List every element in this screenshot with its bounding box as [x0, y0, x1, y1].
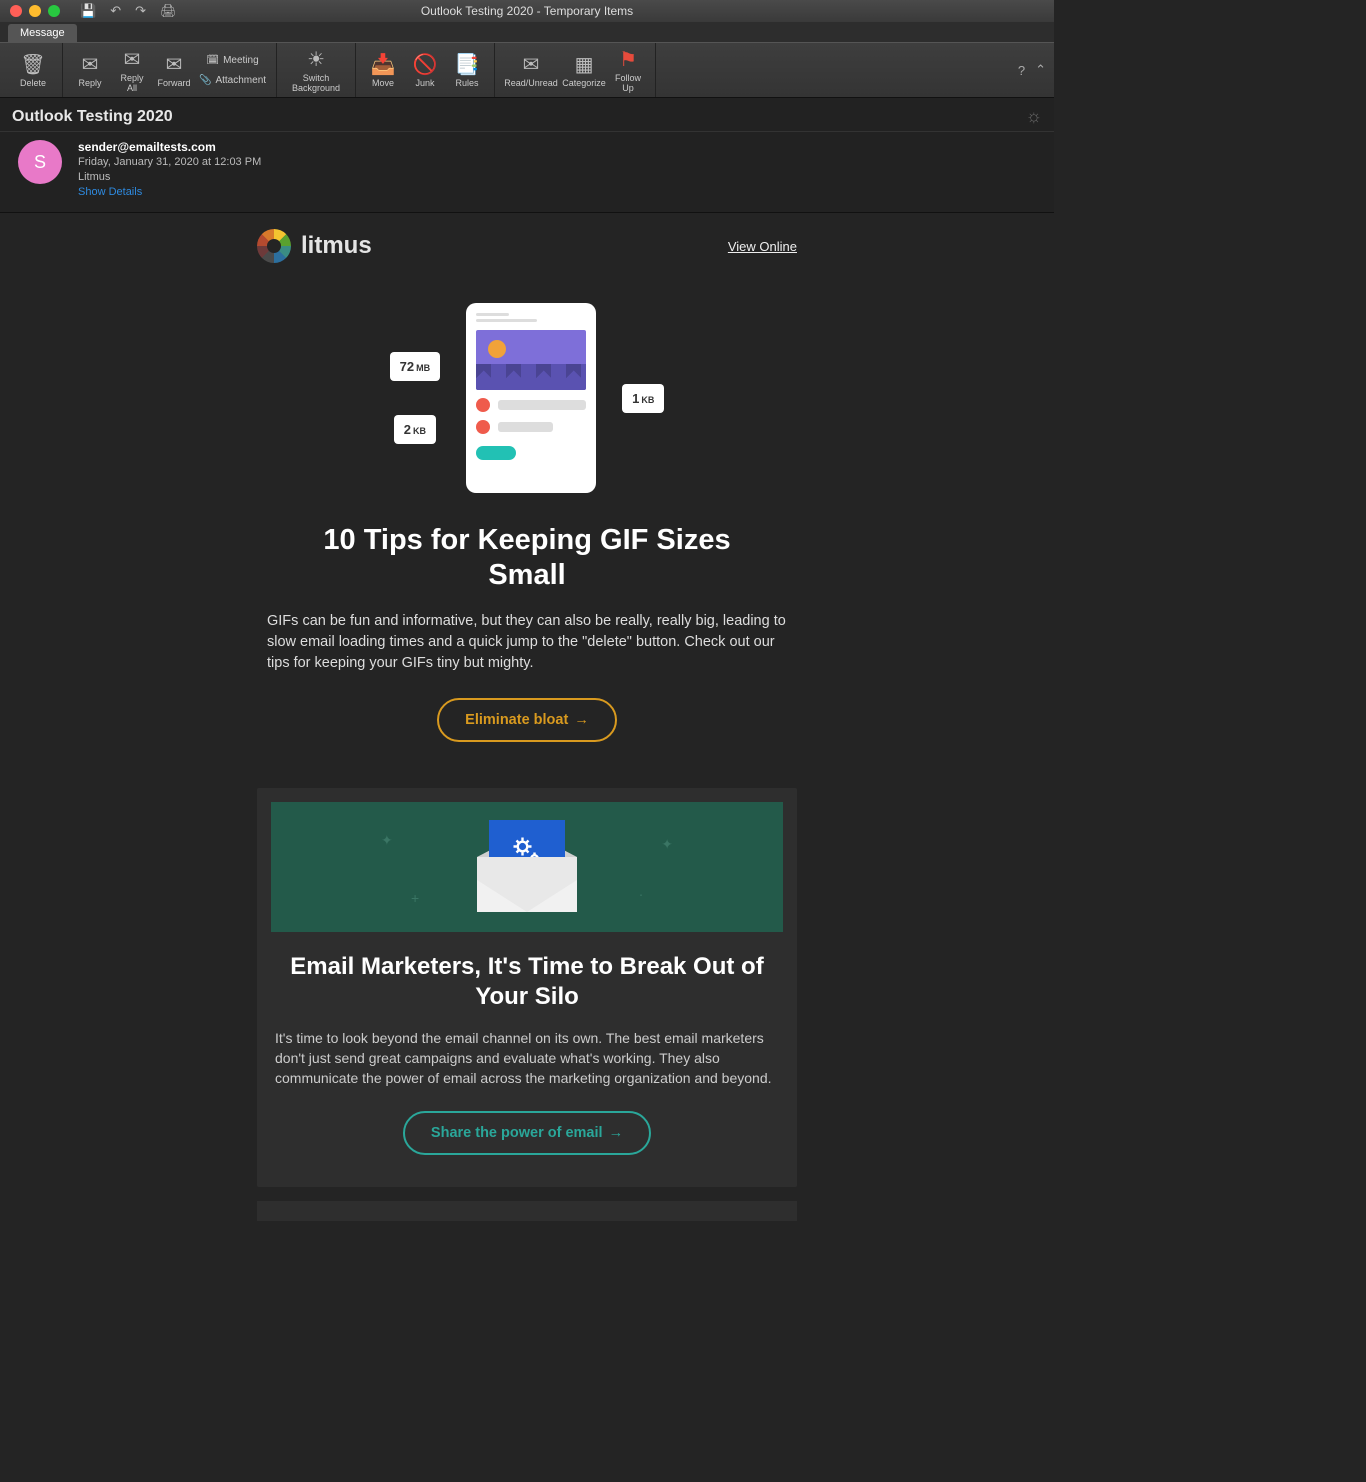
hero-illustration: 72MB 2KB 1KB — [257, 283, 797, 523]
litmus-logo: litmus — [257, 229, 372, 263]
message-subject: Outlook Testing 2020 — [12, 108, 173, 126]
junk-icon: 🚫 — [413, 52, 438, 76]
cta-eliminate-bloat[interactable]: Eliminate bloat→ — [437, 698, 617, 742]
sender-name: Litmus — [78, 170, 261, 185]
hero-heading: 10 Tips for Keeping GIF Sizes Small — [257, 523, 797, 593]
reply-all-button[interactable]: ✉︎ Reply All — [111, 43, 153, 97]
gear-icon[interactable]: ☼ — [1026, 106, 1043, 127]
attachment-button[interactable]: 📎 Attachment — [195, 71, 270, 89]
sun-icon: ☀︎ — [307, 47, 325, 71]
forward-icon: ✉︎ — [166, 52, 183, 76]
help-icon[interactable]: ? — [1018, 63, 1025, 78]
size-chip-72mb: 72MB — [390, 352, 440, 381]
paperclip-icon: 📎 — [199, 75, 211, 86]
sender-avatar: S — [18, 140, 62, 184]
folder-move-icon: 📥 — [371, 52, 396, 76]
delete-button[interactable]: 🗑 Delete — [10, 43, 56, 97]
litmus-mark-icon — [257, 229, 291, 263]
arrow-right-icon: → — [574, 712, 589, 728]
reply-icon: ✉︎ — [82, 52, 99, 76]
message-date: Friday, January 31, 2020 at 12:03 PM — [78, 155, 261, 170]
follow-up-button[interactable]: ⚑ Follow Up — [607, 43, 649, 97]
reply-all-icon: ✉︎ — [124, 47, 141, 71]
silo-card: ✦ ✦ + ∙ Email Marketers, It's Time to Br… — [257, 788, 797, 1187]
email-body: litmus View Online 72MB 2KB 1KB 10 Tips … — [257, 213, 797, 1221]
arrow-right-icon: → — [609, 1125, 624, 1141]
hero-paragraph: GIFs can be fun and informative, but the… — [267, 611, 787, 674]
cta-share-power[interactable]: Share the power of email→ — [403, 1111, 651, 1155]
envelope-icon: ✉︎ — [523, 52, 540, 76]
trash-icon: 🗑 — [20, 52, 45, 76]
envelope-gears-icon — [477, 822, 577, 912]
show-details-link[interactable]: Show Details — [78, 185, 261, 200]
read-unread-button[interactable]: ✉︎ Read/Unread — [501, 43, 561, 97]
forward-button[interactable]: ✉︎ Forward — [153, 43, 195, 97]
silo-banner: ✦ ✦ + ∙ — [271, 802, 783, 932]
rules-icon: 📑 — [455, 52, 480, 76]
size-chip-2kb: 2KB — [394, 415, 436, 444]
calendar-icon: 🗓 — [206, 55, 219, 66]
reply-button[interactable]: ✉︎ Reply — [69, 43, 111, 97]
silo-heading: Email Marketers, It's Time to Break Out … — [271, 932, 783, 1012]
rules-button[interactable]: 📑 Rules — [446, 43, 488, 97]
ribbon: 🗑 Delete ✉︎ Reply ✉︎ Reply All ✉︎ Forwar… — [0, 42, 1054, 98]
litmus-wordmark: litmus — [301, 232, 372, 260]
window-title: Outlook Testing 2020 - Temporary Items — [0, 4, 1054, 18]
switch-background-button[interactable]: ☀︎ Switch Background — [283, 43, 349, 97]
junk-button[interactable]: 🚫 Junk — [404, 43, 446, 97]
ribbon-tab-row: Message — [0, 22, 1054, 42]
view-online-link[interactable]: View Online — [728, 239, 797, 254]
message-header: S sender@emailtests.com Friday, January … — [0, 132, 1054, 213]
flag-icon: ⚑ — [619, 47, 637, 71]
tab-message[interactable]: Message — [8, 24, 77, 42]
window-title-bar: 💾 ↶ ↷ 🖨 Outlook Testing 2020 - Temporary… — [0, 0, 1054, 22]
move-button[interactable]: 📥 Move — [362, 43, 404, 97]
collapse-ribbon-icon[interactable]: ⌃ — [1035, 62, 1046, 78]
next-card-peek — [257, 1201, 797, 1221]
categorize-button[interactable]: ▦ Categorize — [561, 43, 607, 97]
size-chip-1kb: 1KB — [622, 384, 664, 413]
sender-address: sender@emailtests.com — [78, 140, 261, 155]
phone-card-icon — [466, 303, 596, 493]
silo-paragraph: It's time to look beyond the email chann… — [275, 1028, 779, 1089]
meeting-button[interactable]: 🗓 Meeting — [195, 51, 270, 69]
categorize-icon: ▦ — [575, 52, 594, 76]
